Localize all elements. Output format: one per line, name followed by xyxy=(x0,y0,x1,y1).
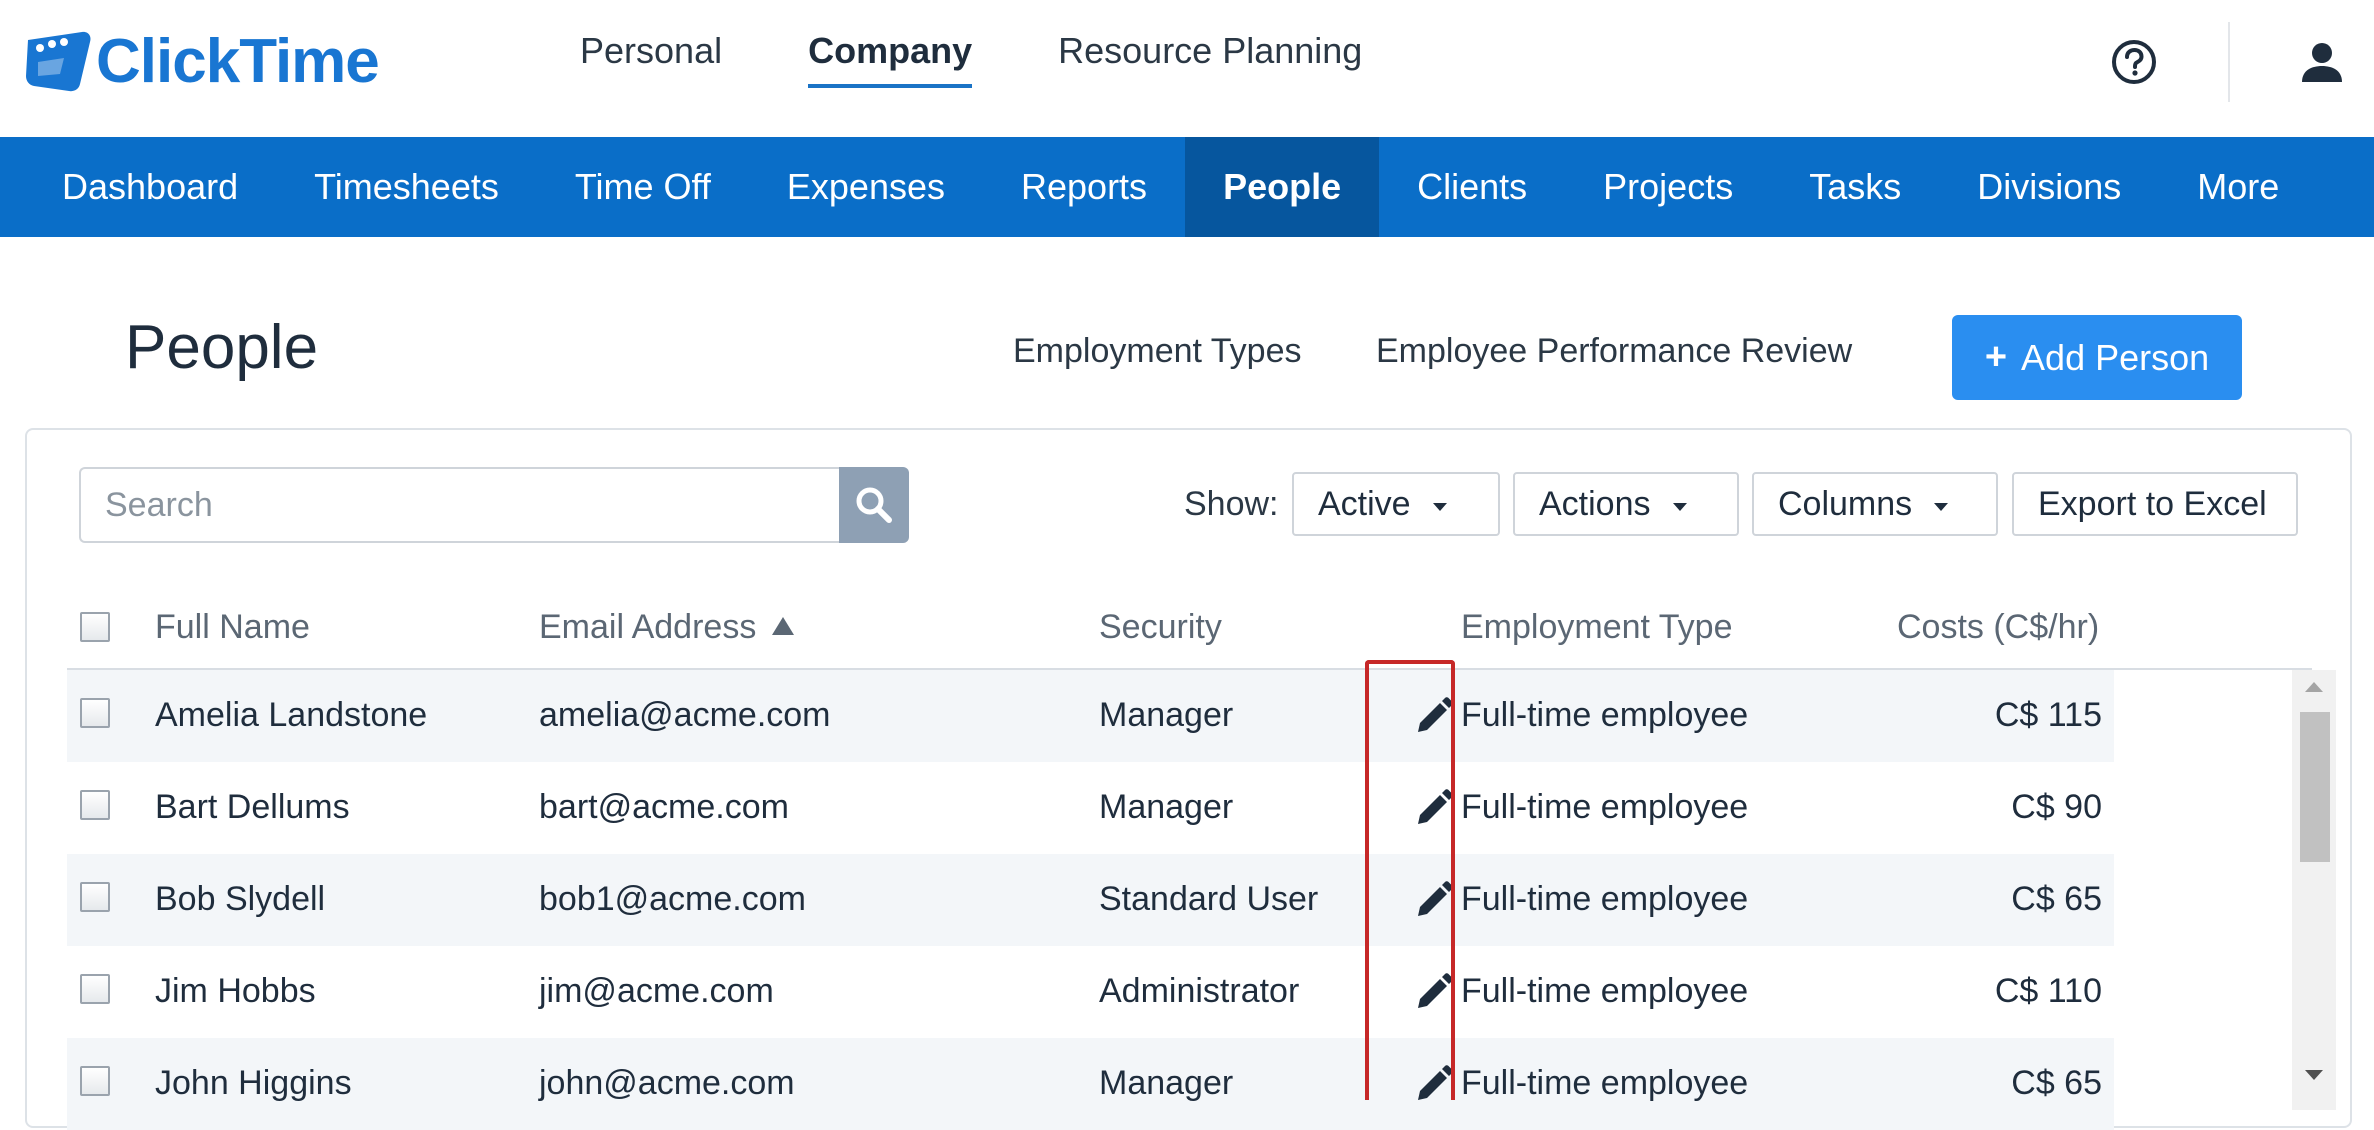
nav-more[interactable]: More xyxy=(2159,137,2317,237)
row-checkbox[interactable] xyxy=(80,790,110,820)
nav-timesheets[interactable]: Timesheets xyxy=(276,137,537,237)
show-filter-dropdown[interactable]: Active xyxy=(1292,472,1500,536)
col-email-header[interactable]: Email Address xyxy=(539,608,795,647)
export-excel-button[interactable]: Export to Excel xyxy=(2012,472,2298,536)
table-row: John Higgins john@acme.com Manager Full-… xyxy=(67,1038,2114,1130)
nav-clients[interactable]: Clients xyxy=(1379,137,1565,237)
table-header: Full Name Email Address Security Employm… xyxy=(67,580,2312,670)
pencil-icon[interactable] xyxy=(1412,970,1456,1014)
header-divider xyxy=(2228,22,2230,102)
row-checkbox[interactable] xyxy=(80,698,110,728)
row-cost: C$ 115 xyxy=(1994,696,2102,734)
pencil-icon[interactable] xyxy=(1412,786,1456,830)
table-scrollbar[interactable] xyxy=(2292,670,2336,1110)
pencil-icon[interactable] xyxy=(1412,1062,1456,1106)
search-button[interactable] xyxy=(839,467,909,543)
employment-types-link[interactable]: Employment Types xyxy=(1013,332,1302,371)
row-security: Administrator xyxy=(1099,972,1300,1010)
row-full-name[interactable]: Bob Slydell xyxy=(155,880,325,919)
nav-people[interactable]: People xyxy=(1185,137,1380,237)
nav-projects[interactable]: Projects xyxy=(1565,137,1771,237)
search-icon xyxy=(856,487,892,523)
add-person-button[interactable]: + Add Person xyxy=(1952,315,2242,400)
col-full-name[interactable]: Full Name xyxy=(155,608,310,647)
show-label: Show: xyxy=(1184,485,1279,523)
row-cost: C$ 90 xyxy=(2011,788,2102,826)
main-nav: Dashboard Timesheets Time Off Expenses R… xyxy=(0,137,2374,237)
row-full-name[interactable]: Jim Hobbs xyxy=(155,972,316,1011)
scroll-thumb[interactable] xyxy=(2300,712,2330,862)
columns-label: Columns xyxy=(1778,484,1913,523)
row-email: jim@acme.com xyxy=(539,972,774,1010)
sort-ascending-icon xyxy=(772,617,795,636)
top-nav-resource-planning[interactable]: Resource Planning xyxy=(1058,30,1362,88)
nav-expenses[interactable]: Expenses xyxy=(749,137,983,237)
row-security: Manager xyxy=(1099,788,1234,826)
page-title: People xyxy=(125,313,319,382)
top-header: ClickTime Personal Company Resource Plan… xyxy=(0,0,2374,137)
pencil-icon[interactable] xyxy=(1412,694,1456,738)
row-checkbox[interactable] xyxy=(80,882,110,912)
actions-label: Actions xyxy=(1539,484,1651,523)
row-employment-type: Full-time employee xyxy=(1461,788,1749,826)
logo-icon xyxy=(26,31,91,92)
scroll-up-icon[interactable] xyxy=(2305,682,2323,692)
clicktime-logo[interactable]: ClickTime xyxy=(24,26,380,96)
caret-down-icon xyxy=(1672,503,1687,511)
nav-time-off[interactable]: Time Off xyxy=(537,137,749,237)
top-nav-personal[interactable]: Personal xyxy=(580,30,722,88)
row-email: bob1@acme.com xyxy=(539,880,806,918)
people-panel: Show: Active Actions Columns Export to E… xyxy=(25,428,2352,1130)
select-all-checkbox[interactable] xyxy=(80,612,110,642)
row-security: Manager xyxy=(1099,696,1234,734)
row-cost: C$ 110 xyxy=(1994,972,2102,1010)
nav-divisions[interactable]: Divisions xyxy=(1939,137,2159,237)
table-row: Bart Dellums bart@acme.com Manager Full-… xyxy=(67,762,2114,854)
row-cost: C$ 65 xyxy=(2011,880,2102,918)
caret-down-icon xyxy=(1934,503,1949,511)
search-input[interactable] xyxy=(79,467,841,543)
performance-review-link[interactable]: Employee Performance Review xyxy=(1376,332,1852,371)
nav-dashboard[interactable]: Dashboard xyxy=(0,137,276,237)
add-person-label: Add Person xyxy=(2021,336,2210,378)
row-checkbox[interactable] xyxy=(80,1066,110,1096)
col-security[interactable]: Security xyxy=(1099,608,1222,647)
col-costs[interactable]: Costs (C$/hr) xyxy=(1897,608,2099,647)
row-employment-type: Full-time employee xyxy=(1461,880,1749,918)
help-circle-icon[interactable] xyxy=(2110,38,2158,86)
search-group xyxy=(79,467,911,543)
plus-icon: + xyxy=(1984,336,2008,378)
scroll-down-icon[interactable] xyxy=(2305,1070,2323,1080)
row-full-name[interactable]: Bart Dellums xyxy=(155,788,350,827)
columns-dropdown[interactable]: Columns xyxy=(1752,472,1998,536)
row-email: bart@acme.com xyxy=(539,788,789,826)
col-email: Email Address xyxy=(539,608,757,646)
show-filter-value: Active xyxy=(1318,484,1411,523)
pencil-icon[interactable] xyxy=(1412,878,1456,922)
col-employment-type[interactable]: Employment Type xyxy=(1461,608,1733,647)
actions-dropdown[interactable]: Actions xyxy=(1513,472,1739,536)
export-label: Export to Excel xyxy=(2038,484,2267,523)
row-full-name[interactable]: Amelia Landstone xyxy=(155,696,427,735)
logo-text: ClickTime xyxy=(96,26,380,96)
user-icon[interactable] xyxy=(2298,38,2346,86)
table-row: Bob Slydell bob1@acme.com Standard User … xyxy=(67,854,2114,946)
nav-reports[interactable]: Reports xyxy=(983,137,1185,237)
row-employment-type: Full-time employee xyxy=(1461,696,1749,734)
table-row: Amelia Landstone amelia@acme.com Manager… xyxy=(67,670,2114,762)
nav-tasks[interactable]: Tasks xyxy=(1771,137,1939,237)
row-email: amelia@acme.com xyxy=(539,696,831,734)
row-employment-type: Full-time employee xyxy=(1461,972,1749,1010)
table-row: Jim Hobbs jim@acme.com Administrator Ful… xyxy=(67,946,2114,1038)
row-security: Standard User xyxy=(1099,880,1319,918)
row-checkbox[interactable] xyxy=(80,974,110,1004)
top-nav: Personal Company Resource Planning xyxy=(580,30,1448,88)
caret-down-icon xyxy=(1432,503,1447,511)
top-nav-company[interactable]: Company xyxy=(808,30,973,88)
